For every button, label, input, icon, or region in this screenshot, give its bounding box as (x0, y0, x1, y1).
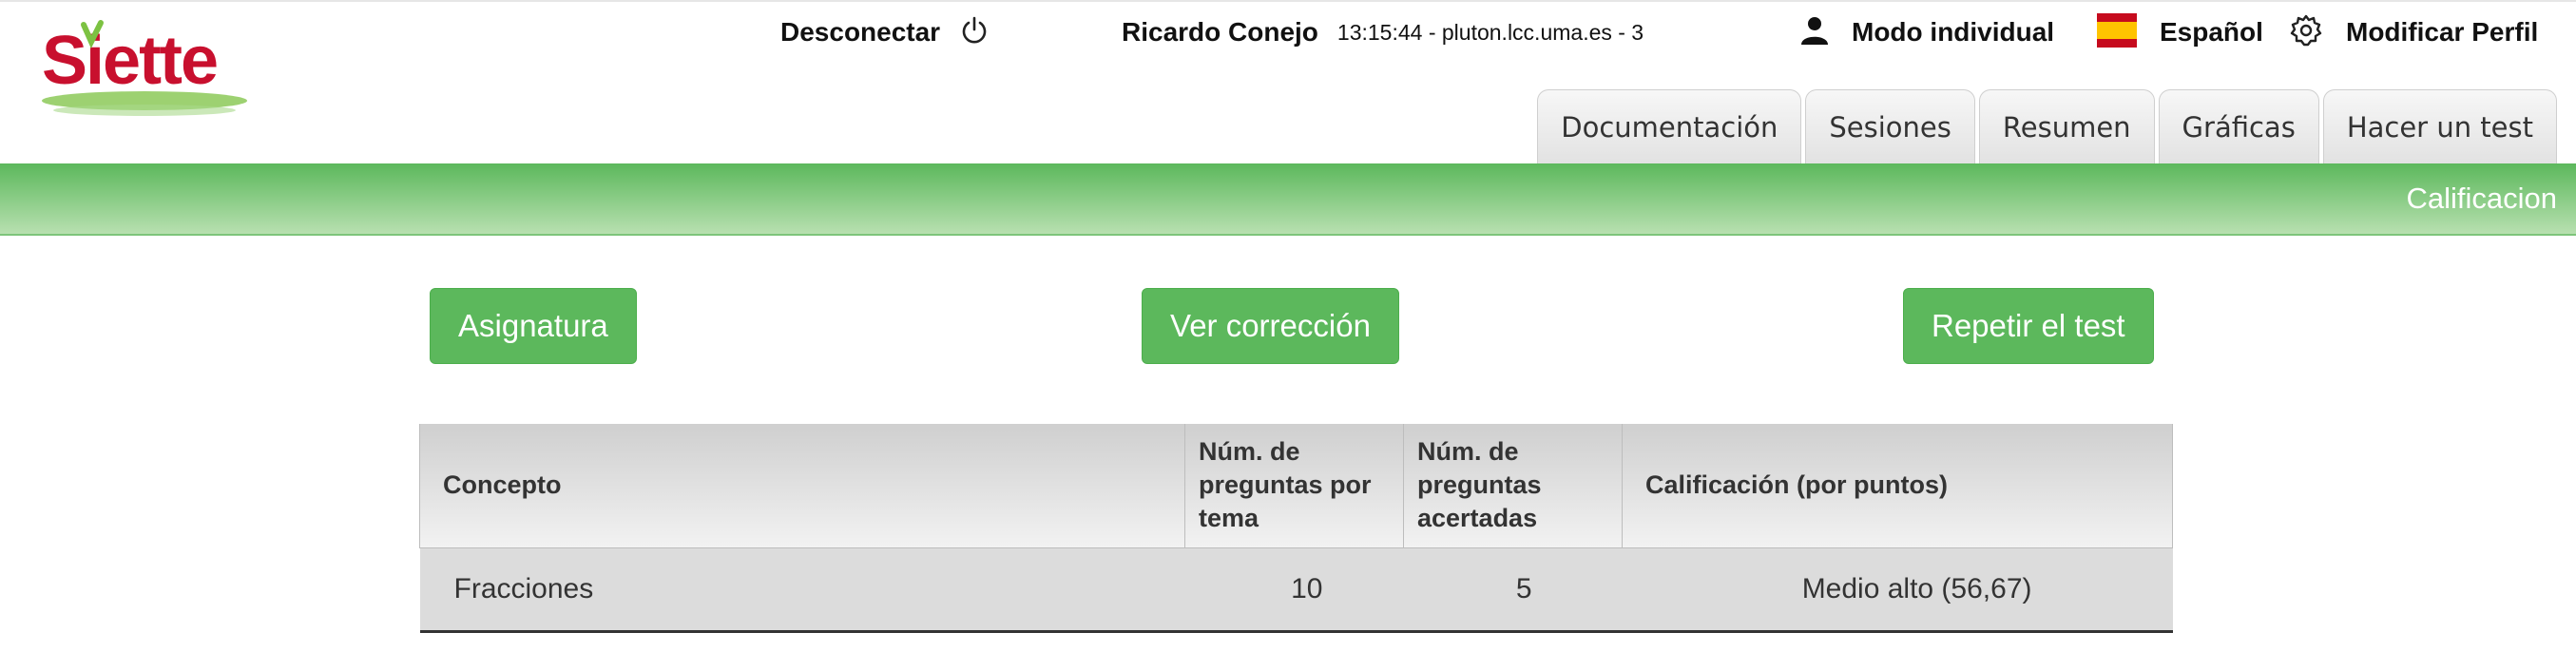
col-header-concept: Concepto (419, 424, 1185, 548)
subject-button[interactable]: Asignatura (430, 288, 637, 364)
logout-link[interactable]: Desconectar (780, 13, 990, 51)
title-bar: Calificacion (0, 163, 2576, 236)
user-name: Ricardo Conejo (1122, 17, 1318, 47)
tab-hacer-test[interactable]: Hacer un test (2322, 89, 2557, 163)
gear-icon (2289, 13, 2323, 52)
cell-concept: Fracciones (419, 547, 1185, 633)
user-info: Ricardo Conejo 13:15:44 - pluton.lcc.uma… (1122, 13, 1644, 51)
logout-label: Desconectar (780, 17, 941, 47)
siette-logo[interactable]: Siette (38, 17, 257, 122)
user-icon (1798, 14, 1831, 51)
cell-questions-per-topic: 10 (1184, 547, 1404, 633)
repeat-test-button[interactable]: Repetir el test (1903, 288, 2154, 364)
cell-correct-answers: 5 (1403, 547, 1623, 633)
tab-graficas[interactable]: Gráficas (2158, 89, 2319, 163)
language-selector[interactable]: Español (2097, 12, 2263, 52)
mode-link[interactable]: Modo individual (1798, 13, 2054, 51)
top-border (0, 0, 2576, 2)
language-label: Español (2160, 17, 2263, 47)
results-table: Concepto Núm. de preguntas por tema Núm.… (419, 424, 2173, 633)
cell-grade: Medio alto (56,67) (1622, 547, 2173, 633)
tab-documentacion[interactable]: Documentación (1537, 89, 1802, 163)
logo-mark: Siette (42, 20, 247, 116)
table-row: Fracciones 10 5 Medio alto (56,67) (419, 547, 2173, 633)
svg-text:Siette: Siette (42, 23, 217, 99)
tab-sesiones[interactable]: Sesiones (1805, 89, 1975, 163)
mode-label: Modo individual (1852, 17, 2055, 47)
col-header-grade: Calificación (por puntos) (1622, 424, 2173, 548)
profile-label: Modificar Perfil (2346, 17, 2539, 47)
spain-flag-icon (2097, 12, 2137, 52)
tab-resumen[interactable]: Resumen (1978, 89, 2155, 163)
table-header-row: Concepto Núm. de preguntas por tema Núm.… (419, 424, 2173, 548)
power-icon (959, 15, 990, 50)
page-title: Calificacion (2406, 182, 2557, 215)
col-header-correct-answers: Núm. de preguntas acertadas (1403, 424, 1623, 548)
session-info: 13:15:44 - pluton.lcc.uma.es - 3 (1336, 19, 1644, 45)
main-tabs: Documentación Sesiones Resumen Gráficas … (1537, 89, 2557, 163)
col-header-questions-per-topic: Núm. de preguntas por tema (1184, 424, 1404, 548)
view-correction-button[interactable]: Ver corrección (1142, 288, 1399, 364)
profile-link[interactable]: Modificar Perfil (2289, 13, 2538, 51)
